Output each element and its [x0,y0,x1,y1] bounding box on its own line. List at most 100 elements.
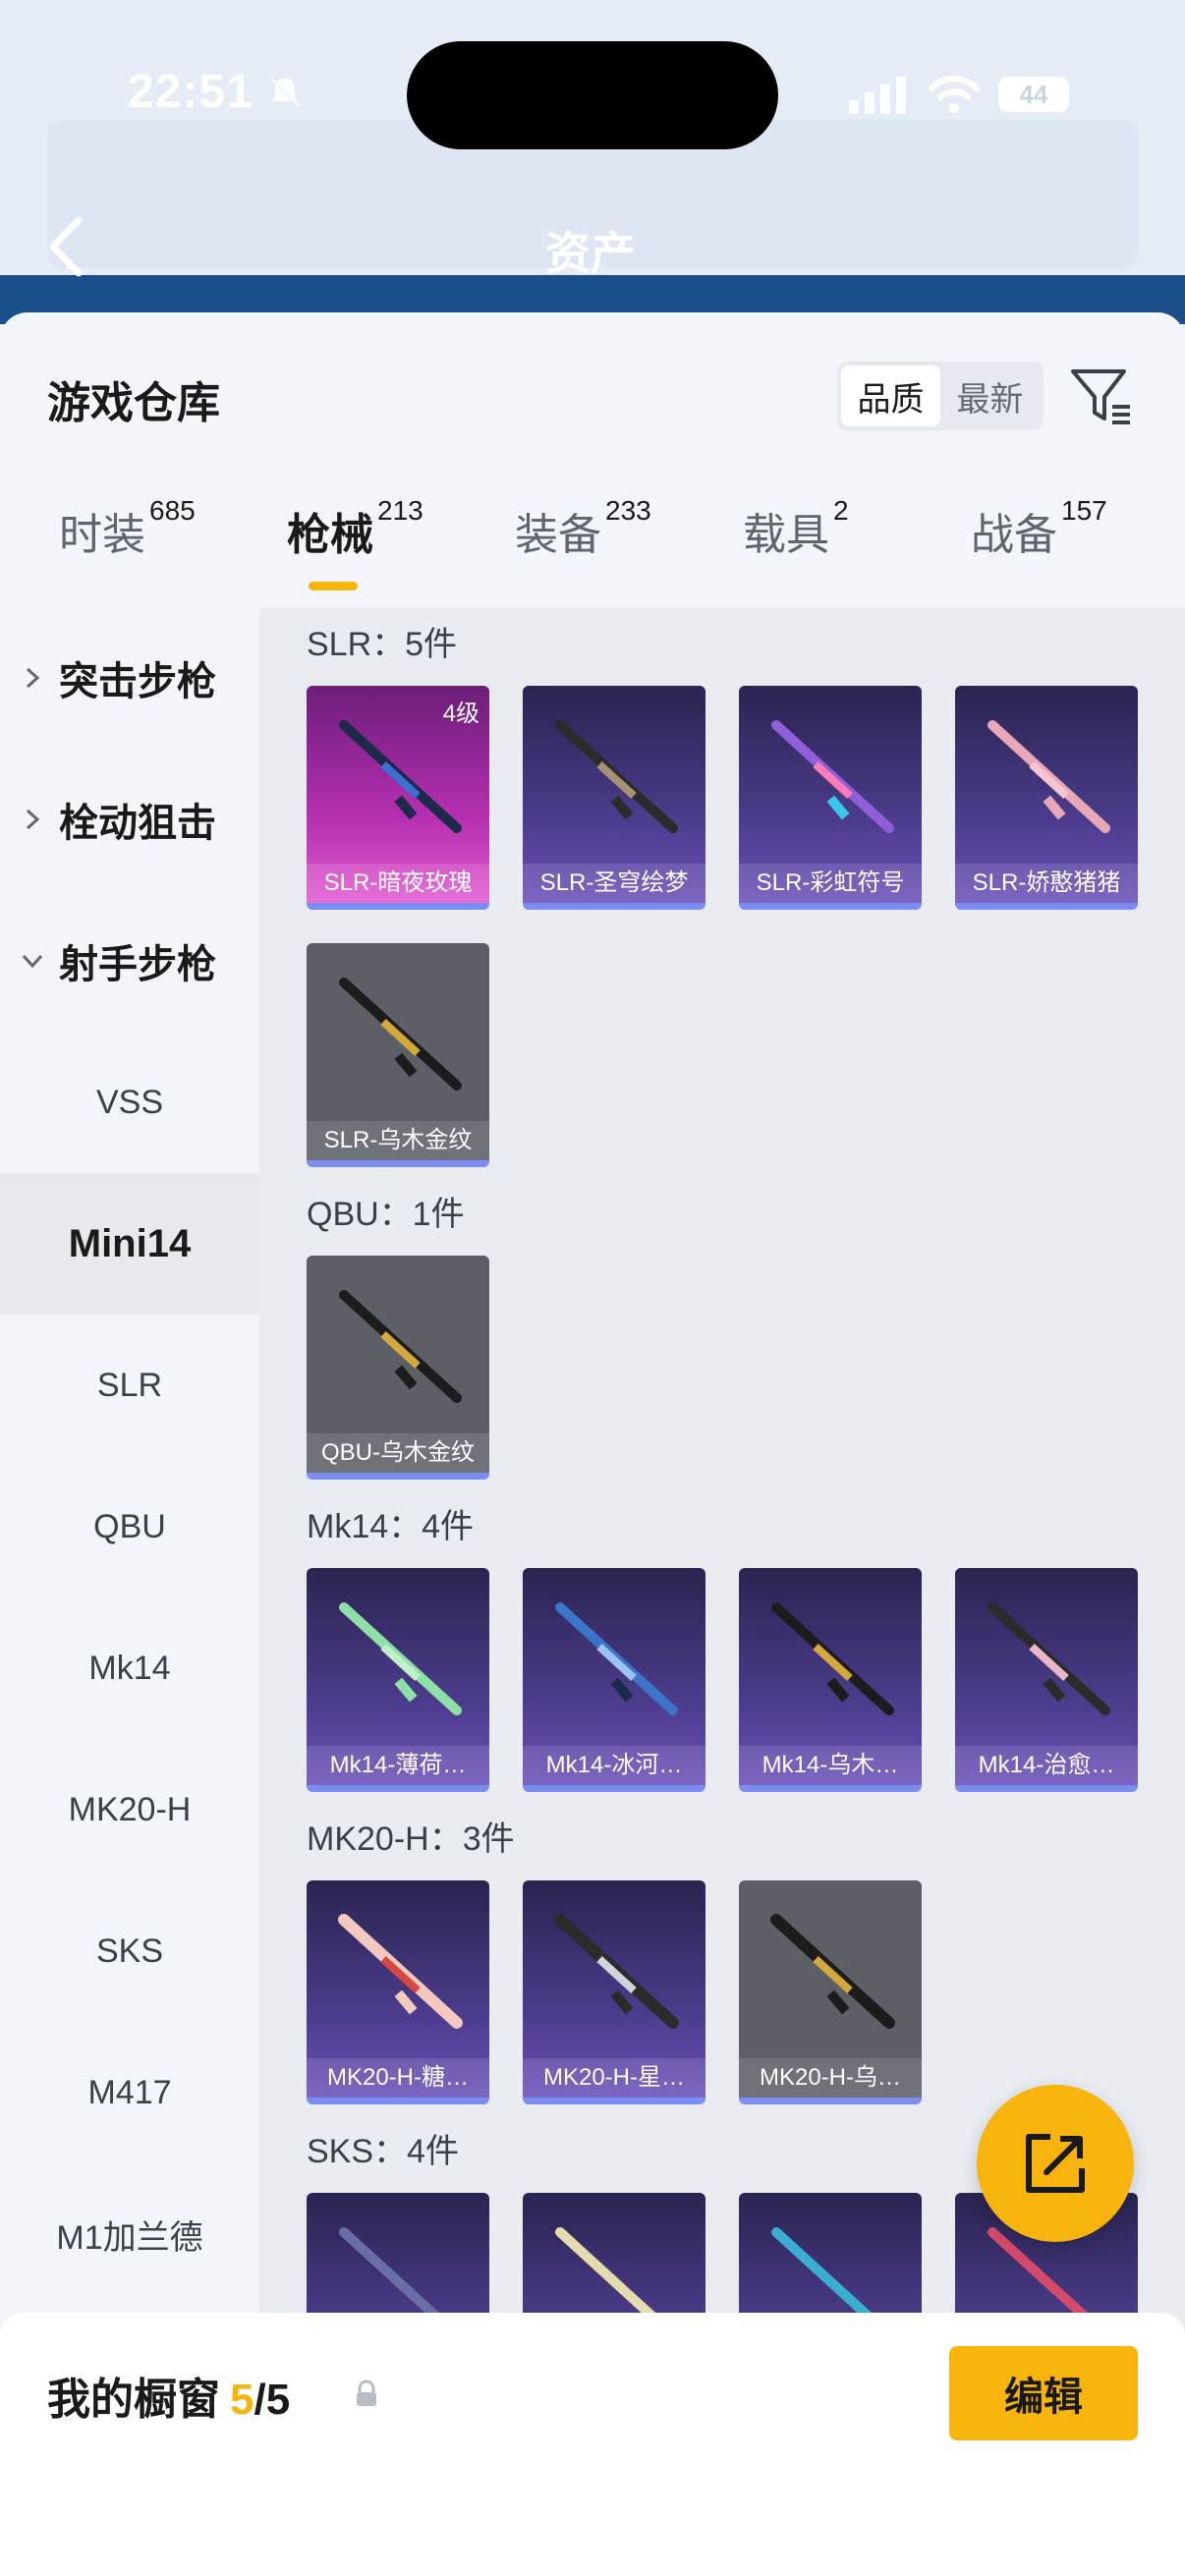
section-title: Mk14：4件 [307,1508,475,1545]
tab-count: 685 [149,495,196,526]
category-tabs: 时装 685 枪械 213 装备 233 载具 2 战备 157 [0,495,1185,607]
signal-icon [849,77,906,114]
weapon-name: SLR-彩虹符号 [739,864,922,903]
weapon-card[interactable]: MK20-H-星… [523,1880,705,2104]
tab-label: 时装 [59,511,145,559]
rifle-icon [771,720,894,833]
weapon-card[interactable]: 4级 SLR-暗夜玫瑰 [307,686,489,910]
tab-count: 233 [605,495,651,526]
category-item-vss[interactable]: VSS [0,1032,259,1173]
weapon-category-list: 突击步枪 栓动狙击 射手步枪 VSS Mini14 SLR QBU Mk14 M… [0,607,259,2336]
weapon-card[interactable]: Mk14-薄荷… [307,1568,489,1792]
bell-muted-icon [269,77,301,108]
category-item-m1-garand[interactable]: M1加兰德 [0,2163,259,2305]
wifi-icon [929,76,980,113]
share-icon [1026,2134,1085,2193]
rifle-icon [555,1602,678,1715]
tab-label: 装备 [515,511,601,559]
category-item-m417[interactable]: M417 [0,2022,259,2163]
top-background: 22:51 44 资产 [0,0,1185,324]
tab-label: 战备 [971,511,1057,559]
category-group-marksman-rifles[interactable]: 射手步枪 [0,890,259,1032]
tab-count: 157 [1061,495,1107,526]
weapon-card[interactable]: MK20-H-糖… [307,1880,489,2104]
category-group-label: 栓动狙击 [59,802,216,845]
edit-button[interactable]: 编辑 [949,2346,1138,2440]
section-title: SLR：5件 [307,626,458,663]
tab-count: 213 [377,495,423,526]
weapon-card[interactable]: Mk14-冰河… [523,1568,705,1792]
rifle-icon [555,720,678,833]
section-title: QBU：1件 [307,1196,465,1233]
status-time: 22:51 [128,66,254,118]
filter-icon[interactable] [1067,362,1136,430]
weapon-card[interactable]: MK20-H-乌… [739,1880,922,2104]
weapon-card[interactable]: SLR-娇憨猪猪 [955,686,1138,910]
rifle-icon [554,1914,679,2029]
sort-quality-button[interactable]: 品质 [841,365,940,426]
rifle-icon [988,1602,1110,1715]
battery-indicator: 44 [998,77,1069,112]
tab-weapons[interactable]: 枪械 213 [287,495,423,562]
showcase-title: 我的橱窗 [47,2376,220,2424]
category-group-assault-rifles[interactable]: 突击步枪 [0,607,259,749]
chevron-right-icon [26,809,40,830]
weapon-card[interactable]: SLR-彩虹符号 [739,686,922,910]
weapon-name: SLR-圣穹绘梦 [523,864,705,903]
tab-label: 枪械 [287,511,373,559]
weapon-name: QBU-乌木金纹 [307,1433,489,1473]
tab-vehicles[interactable]: 载具 2 [743,495,849,562]
tab-count: 2 [833,495,849,526]
category-item-slr[interactable]: SLR [0,1315,259,1456]
sheet-title: 游戏仓库 [47,379,220,427]
showcase-bar: 我的橱窗 5 /5 编辑 [0,2313,1185,2576]
page-title: 资产 [545,228,636,279]
rifle-icon [339,1602,462,1715]
weapon-name: MK20-H-乌… [739,2058,922,2098]
tab-label: 载具 [743,511,829,559]
weapon-name: MK20-H-星… [523,2058,705,2098]
category-group-label: 射手步枪 [59,943,216,986]
rifle-icon [988,720,1110,833]
category-item-mini14[interactable]: Mini14 [0,1173,259,1315]
weapon-name: Mk14-乌木… [739,1746,922,1785]
weapon-name: SLR-娇憨猪猪 [955,864,1138,903]
category-item-sks[interactable]: SKS [0,1880,259,2022]
weapon-name: MK20-H-糖… [307,2058,489,2098]
weapon-card[interactable]: SLR-乌木金纹 [307,943,489,1167]
category-group-bolt-snipers[interactable]: 栓动狙击 [0,749,259,890]
rifle-icon [339,1290,462,1403]
active-tab-indicator [309,582,358,590]
rifle-icon [771,1602,894,1715]
category-group-label: 突击步枪 [59,660,216,703]
category-item-mk20h[interactable]: MK20-H [0,1739,259,1880]
share-button[interactable] [977,2085,1134,2242]
category-item-mk14[interactable]: Mk14 [0,1597,259,1739]
rifle-icon [338,1914,463,2029]
chevron-down-icon [22,954,43,969]
status-icons: 44 [849,75,1069,114]
back-icon[interactable] [43,212,88,281]
tab-outfits[interactable]: 时装 685 [59,495,196,562]
lock-icon [357,2380,376,2406]
sort-toggle: 品质 最新 [837,362,1044,430]
weapon-card[interactable]: SLR-圣穹绘梦 [523,686,705,910]
tab-equipment[interactable]: 装备 233 [515,495,651,562]
weapon-name: SLR-暗夜玫瑰 [307,864,489,903]
sort-newest-button[interactable]: 最新 [940,365,1040,426]
weapon-card[interactable]: QBU-乌木金纹 [307,1256,489,1480]
showcase-count: 5 [230,2376,254,2424]
weapon-grid: SLR：5件 4级 SLR-暗夜玫瑰 SLR-圣穹绘梦 SLR-彩虹符号 SLR… [259,607,1185,2336]
chevron-right-icon [26,667,40,689]
showcase-label: 我的橱窗 5 /5 [47,2364,290,2427]
weapon-card[interactable]: Mk14-乌木… [739,1568,922,1792]
category-item-qbu[interactable]: QBU [0,1456,259,1597]
showcase-total: /5 [254,2376,291,2424]
section-title: MK20-H：3件 [307,1820,515,1858]
weapon-card[interactable]: Mk14-治愈… [955,1568,1138,1792]
tab-supplies[interactable]: 战备 157 [971,495,1107,562]
rifle-icon [770,1914,895,2029]
weapon-name: Mk14-冰河… [523,1746,705,1785]
weapon-name: SLR-乌木金纹 [307,1121,489,1160]
weapon-name: Mk14-薄荷… [307,1746,489,1785]
